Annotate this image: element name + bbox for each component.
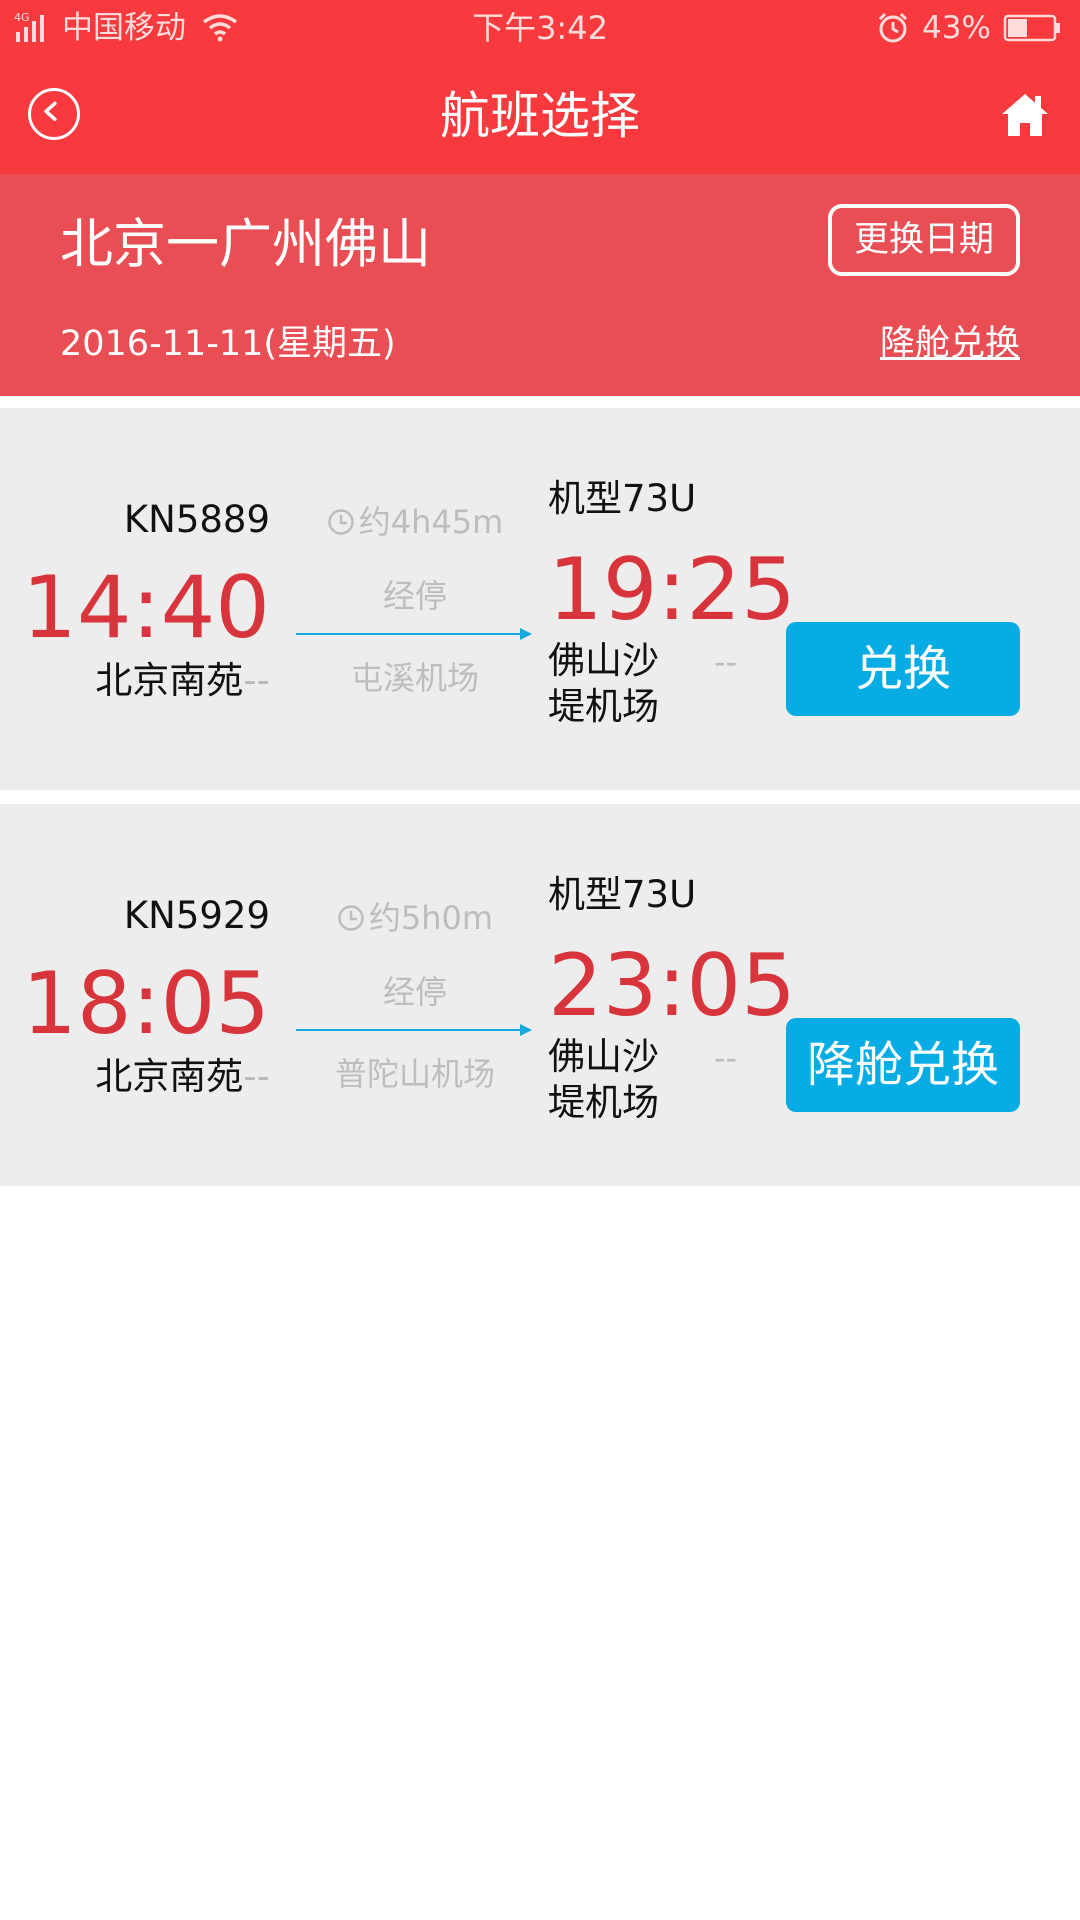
route-cities: 北京一广州佛山	[60, 214, 431, 275]
battery-icon	[1003, 14, 1060, 42]
flight-card: KN5929 18:05 北京南苑-- 约5h0m 经停 普陀山机场 机型73U…	[0, 804, 1080, 1186]
flight-card: KN5889 14:40 北京南苑-- 约4h45m 经停 屯溪机场 机型73U…	[0, 408, 1080, 790]
stopover-airport: 普陀山机场	[334, 1055, 495, 1093]
nav-bar: 航班选择	[0, 56, 1080, 174]
exchange-button[interactable]: 兑换	[786, 622, 1020, 716]
route-arrow-icon	[296, 628, 532, 640]
flight-number: KN5889	[123, 498, 270, 541]
stopover-label: 经停	[382, 577, 447, 615]
departure-airport: 北京南苑	[95, 1055, 244, 1098]
clock-icon	[338, 905, 364, 931]
flight-number: KN5929	[123, 894, 270, 937]
home-icon[interactable]	[1000, 92, 1050, 138]
stopover-label: 经停	[382, 973, 447, 1011]
departure-airport-row: 北京南苑--	[95, 1052, 270, 1102]
departure-terminal: --	[243, 1055, 270, 1098]
arrival-time: 19:25	[548, 540, 796, 640]
arrival-airport: 佛山沙堤机场	[548, 639, 659, 728]
route-arrow-icon	[296, 1024, 532, 1036]
downgrade-exchange-button[interactable]: 降舱兑换	[786, 1018, 1020, 1112]
stopover-airport: 屯溪机场	[350, 659, 479, 697]
page-title: 航班选择	[440, 87, 640, 145]
alarm-icon	[878, 12, 908, 43]
duration-row: 约5h0m	[290, 896, 540, 940]
battery-level	[1008, 19, 1027, 37]
departure-time: 14:40	[22, 558, 270, 658]
downgrade-exchange-link[interactable]: 降舱兑换	[880, 320, 1020, 368]
aircraft-type: 机型73U	[548, 873, 697, 916]
flight-duration: 约4h45m	[358, 503, 504, 541]
status-time: 下午3:42	[472, 9, 608, 47]
battery-percent: 43%	[922, 10, 991, 46]
departure-airport: 北京南苑	[95, 659, 244, 702]
arrival-time: 23:05	[548, 936, 796, 1036]
route-header: 北京一广州佛山 更换日期 2016-11-11(星期五) 降舱兑换	[0, 174, 1080, 396]
arrival-terminal: --	[714, 1039, 738, 1077]
status-bar: 4G 中国移动 下午3:42 43%	[0, 0, 1080, 56]
duration-row: 约4h45m	[290, 500, 540, 544]
departure-terminal: --	[243, 659, 270, 702]
change-date-button[interactable]: 更换日期	[828, 204, 1020, 276]
aircraft-type: 机型73U	[548, 477, 697, 520]
arrival-airport: 佛山沙堤机场	[548, 1035, 659, 1124]
flight-duration: 约5h0m	[368, 899, 494, 937]
arrival-terminal: --	[714, 643, 738, 681]
departure-time: 18:05	[22, 954, 270, 1054]
departure-airport-row: 北京南苑--	[95, 656, 270, 706]
clock-icon	[327, 509, 354, 535]
travel-date: 2016-11-11(星期五)	[60, 324, 396, 364]
